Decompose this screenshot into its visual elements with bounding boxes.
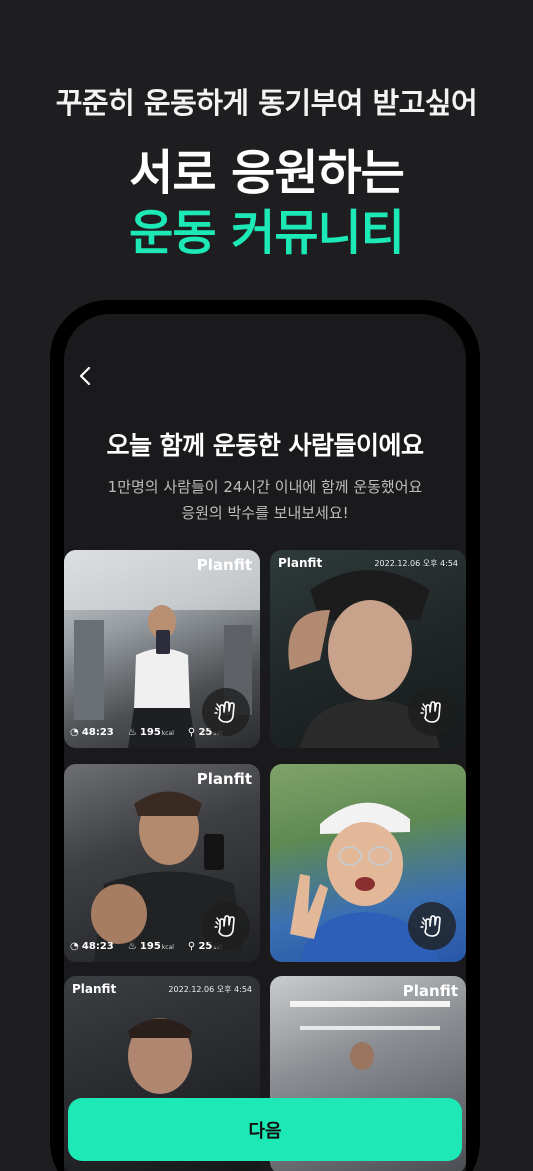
calorie-unit: kcal — [161, 730, 174, 737]
calorie-value: 195 — [139, 727, 161, 738]
clap-icon — [420, 701, 441, 723]
clap-button[interactable] — [408, 688, 456, 736]
back-button[interactable] — [72, 362, 100, 390]
feed-card[interactable]: Planfit ◔ 48:23 ♨ 195kcal ⚲ 25set — [64, 764, 260, 962]
dumbbell-icon: ⚲ — [187, 727, 196, 738]
duration-value: 48:23 — [81, 727, 114, 738]
duration-value: 48:23 — [81, 941, 114, 952]
fire-icon: ♨ — [127, 941, 137, 952]
dumbbell-icon: ⚲ — [187, 941, 196, 952]
page: 꾸준히 운동하게 동기부여 받고싶어 서로 응원하는 운동 커뮤니티 오늘 함께… — [0, 0, 533, 1171]
clap-icon — [214, 701, 235, 723]
screen-title: 오늘 함께 운동한 사람들이에요 — [106, 431, 424, 460]
workout-stats: ◔ 48:23 ♨ 195kcal ⚲ 25set — [70, 941, 223, 952]
feed-card[interactable]: Planfit 2022.12.06 오후 4:54 — [270, 550, 466, 748]
clap-icon — [214, 915, 235, 937]
timer-icon: ◔ — [70, 727, 79, 738]
promo-title-accent: 운동 커뮤니티 — [129, 205, 405, 261]
phone-screen: 오늘 함께 운동한 사람들이에요 1만명의 사람들이 24시간 이내에 함께 운… — [64, 314, 466, 1171]
workout-stats: ◔ 48:23 ♨ 195kcal ⚲ 25set — [70, 727, 223, 738]
chevron-left-icon — [79, 366, 91, 386]
description-line-2: 응원의 박수를 보내보세요! — [181, 504, 349, 522]
next-button[interactable]: 다음 — [68, 1098, 462, 1161]
brand-label: Planfit — [278, 556, 323, 570]
promo-title: 서로 응원하는 — [129, 145, 405, 201]
screen-description: 1만명의 사람들이 24시간 이내에 함께 운동했어요 응원의 박수를 보내보세… — [64, 474, 466, 526]
post-date: 2022.12.06 오후 4:54 — [168, 985, 252, 994]
clap-button[interactable] — [202, 688, 250, 736]
calorie-unit: kcal — [161, 944, 174, 951]
duration-stat: ◔ 48:23 — [70, 727, 114, 738]
clap-icon — [420, 915, 441, 937]
promo-subtitle: 꾸준히 운동하게 동기부여 받고싶어 — [55, 86, 478, 120]
brand-label: Planfit — [402, 982, 458, 1000]
clap-button[interactable] — [408, 902, 456, 950]
calorie-stat: ♨ 195kcal — [128, 727, 174, 738]
calorie-stat: ♨ 195kcal — [128, 941, 174, 952]
timer-icon: ◔ — [70, 941, 79, 952]
brand-label: Planfit — [196, 770, 252, 788]
brand-label: Planfit — [196, 556, 252, 574]
post-date: 2022.12.06 오후 4:54 — [374, 559, 458, 568]
feed-card[interactable]: Planfit ◔ 48:23 ♨ 195kcal ⚲ 25set — [64, 550, 260, 748]
description-line-1: 1만명의 사람들이 24시간 이내에 함께 운동했어요 — [107, 478, 423, 496]
clap-button[interactable] — [202, 902, 250, 950]
feed-card[interactable] — [270, 764, 466, 962]
brand-label: Planfit — [72, 982, 117, 996]
fire-icon: ♨ — [127, 727, 137, 738]
duration-stat: ◔ 48:23 — [70, 941, 114, 952]
calorie-value: 195 — [139, 941, 161, 952]
